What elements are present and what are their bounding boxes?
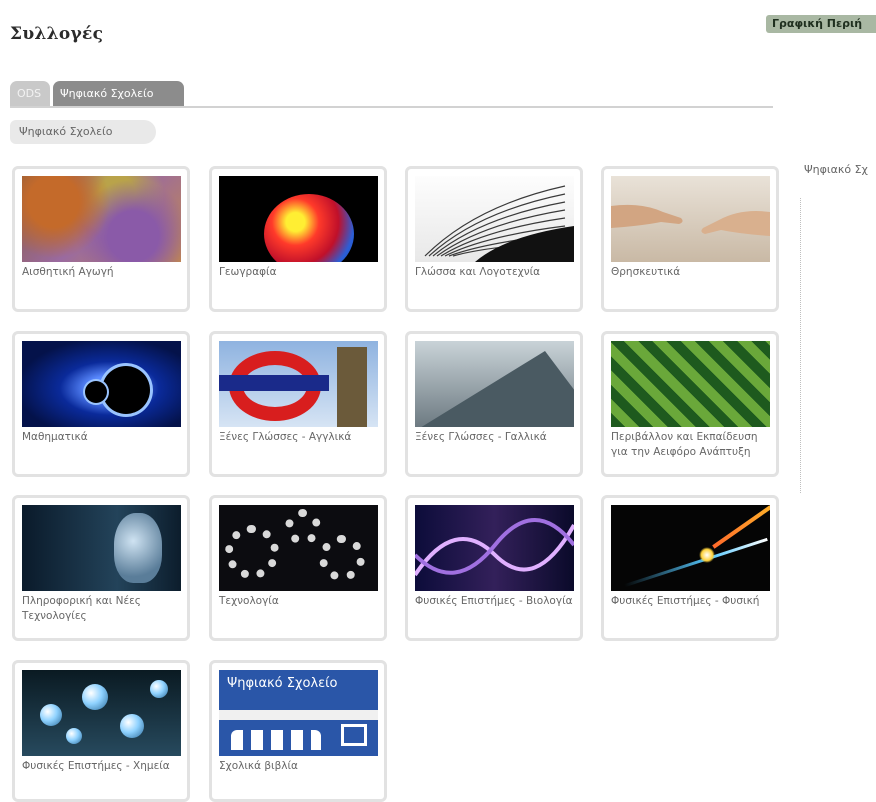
collection-label: Μαθηματικά bbox=[22, 431, 88, 443]
collection-card-aesthetic-education[interactable]: Αισθητική Αγωγή bbox=[12, 166, 190, 312]
collection-card-environment[interactable]: Περιβάλλον και Εκπαίδευση για την Αειφόρ… bbox=[601, 331, 779, 477]
breadcrumb[interactable]: Ψηφιακό Σχολείο bbox=[10, 120, 156, 144]
collection-card-religious-studies[interactable]: Θρησκευτικά bbox=[601, 166, 779, 312]
digital-school-banner-image: Ψηφιακό Σχολείο bbox=[219, 670, 378, 756]
collection-card-physics[interactable]: Φυσικές Επιστήμες - Φυσική bbox=[601, 495, 779, 641]
collection-label: Γλώσσα και Λογοτεχνία bbox=[415, 266, 541, 278]
collection-label: Θρησκευτικά bbox=[611, 266, 681, 278]
creation-hands-image bbox=[611, 176, 770, 262]
tab-bar: ODS Ψηφιακό Σχολείο bbox=[10, 81, 773, 108]
collection-card-french[interactable]: Ξένες Γλώσσες - Γαλλικά bbox=[405, 331, 583, 477]
banner-text: Ψηφιακό Σχολείο bbox=[227, 676, 338, 691]
collection-label: Ξένες Γλώσσες - Γαλλικά bbox=[415, 431, 547, 443]
collection-label: Περιβάλλον και Εκπαίδευση για την Αειφόρ… bbox=[611, 431, 758, 458]
collection-card-chemistry[interactable]: Φυσικές Επιστήμες - Χημεία bbox=[12, 660, 190, 802]
collection-label: Αισθητική Αγωγή bbox=[22, 266, 114, 278]
collection-card-mathematics[interactable]: Μαθηματικά bbox=[12, 331, 190, 477]
collection-card-language-literature[interactable]: Γλώσσα και Λογοτεχνία bbox=[405, 166, 583, 312]
dna-helix-image bbox=[415, 505, 574, 591]
sidebar-label: Ψηφιακό Σχ bbox=[804, 163, 868, 176]
particle-beam-image bbox=[611, 505, 770, 591]
globe-image bbox=[219, 176, 378, 262]
top-badge[interactable]: Γραφική Περιή bbox=[766, 15, 876, 33]
tab-ods[interactable]: ODS bbox=[10, 81, 50, 106]
fractal-image bbox=[22, 341, 181, 427]
collection-label: Πληροφορική και Νέες Τεχνολογίες bbox=[22, 595, 141, 622]
collections-page: Συλλογές Γραφική Περιή ODS Ψηφιακό Σχολε… bbox=[0, 0, 876, 802]
collection-label: Φυσικές Επιστήμες - Φυσική bbox=[611, 595, 760, 607]
green-leaves-image bbox=[611, 341, 770, 427]
sidebar-divider bbox=[800, 198, 801, 493]
collection-label: Ξένες Γλώσσες - Αγγλικά bbox=[219, 431, 352, 443]
collection-label: Τεχνολογία bbox=[219, 595, 279, 607]
london-underground-image bbox=[219, 341, 378, 427]
collection-label: Σχολικά βιβλία bbox=[219, 760, 298, 772]
collection-label: Φυσικές Επιστήμες - Χημεία bbox=[22, 760, 170, 772]
collection-card-technology[interactable]: Τεχνολογία bbox=[209, 495, 387, 641]
collection-card-informatics[interactable]: Πληροφορική και Νέες Τεχνολογίες bbox=[12, 495, 190, 641]
molecule-image bbox=[22, 670, 181, 756]
page-title: Συλλογές bbox=[10, 24, 104, 44]
collection-card-school-books[interactable]: Ψηφιακό Σχολείο Σχολικά βιβλία bbox=[209, 660, 387, 802]
collection-label: Γεωγραφία bbox=[219, 266, 277, 278]
collection-card-english[interactable]: Ξένες Γλώσσες - Αγγλικά bbox=[209, 331, 387, 477]
open-book-image bbox=[415, 176, 574, 262]
collection-card-biology[interactable]: Φυσικές Επιστήμες - Βιολογία bbox=[405, 495, 583, 641]
gears-image bbox=[219, 505, 378, 591]
louvre-pyramid-image bbox=[415, 341, 574, 427]
collection-card-geography[interactable]: Γεωγραφία bbox=[209, 166, 387, 312]
collection-label: Φυσικές Επιστήμες - Βιολογία bbox=[415, 595, 573, 607]
digital-head-image bbox=[22, 505, 181, 591]
tab-digital-school[interactable]: Ψηφιακό Σχολείο bbox=[53, 81, 184, 106]
abstract-art-image bbox=[22, 176, 181, 262]
